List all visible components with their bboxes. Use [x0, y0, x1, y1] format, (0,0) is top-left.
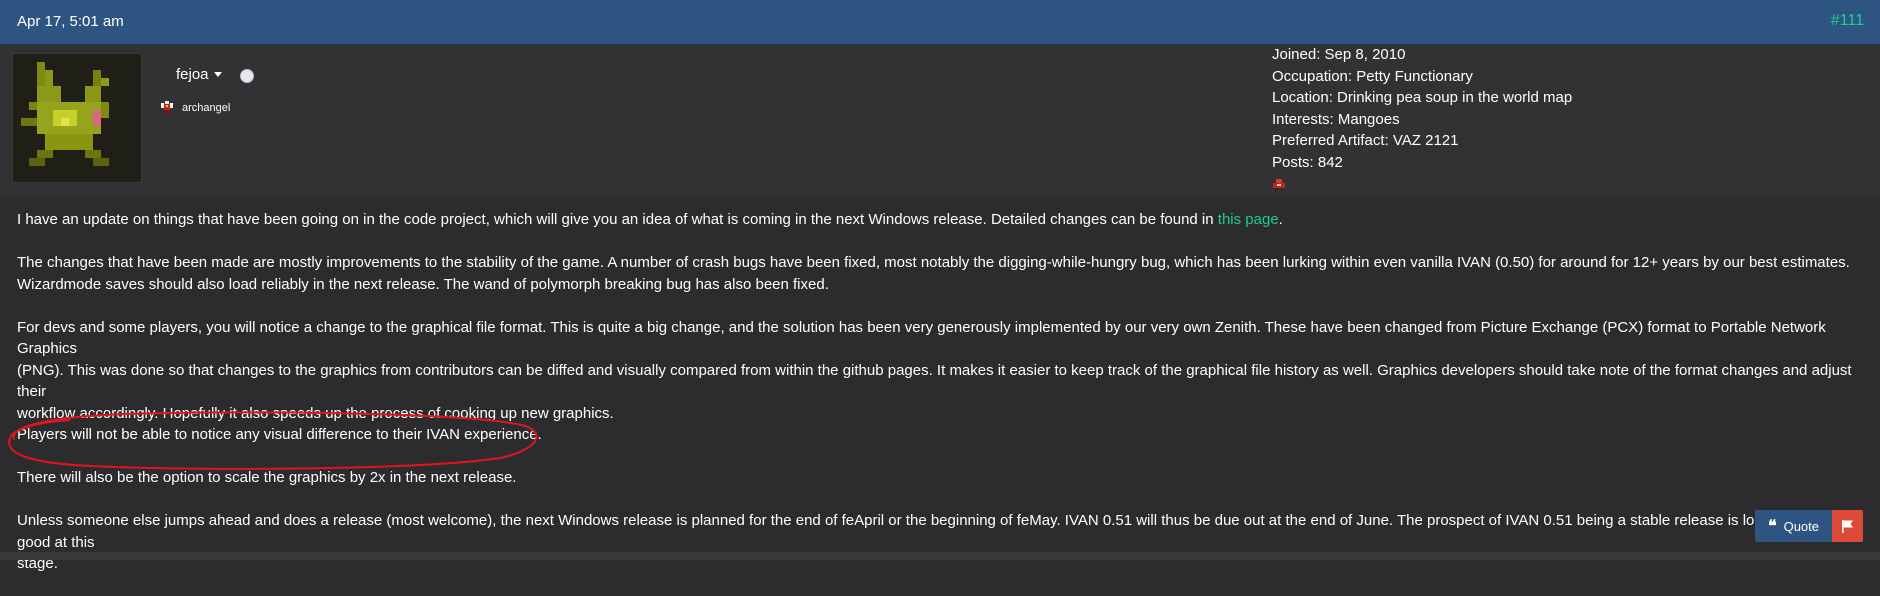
quote-icon: ❝ — [1767, 516, 1777, 535]
flag-icon — [1842, 519, 1853, 533]
username[interactable]: fejoa — [176, 66, 209, 83]
post-footer-bar — [0, 552, 1880, 560]
post-paragraph: Unless someone else jumps ahead and does… — [17, 512, 1823, 572]
post-header: Apr 17, 5:01 am #111 — [0, 0, 1880, 45]
interests: Interests: Mangoes — [1272, 110, 1400, 128]
preferred-artifact: Preferred Artifact: VAZ 2121 — [1272, 132, 1459, 150]
user-details: Joined: Sep 8, 2010 Occupation: Petty Fu… — [1272, 44, 1572, 174]
rank-icon — [161, 101, 173, 114]
post-date: Apr 17, 5:01 am — [17, 13, 124, 30]
post-number-link[interactable]: #111 — [1831, 12, 1864, 30]
joined-date: Joined: Sep 8, 2010 — [1272, 46, 1406, 63]
post-count: Posts: 842 — [1272, 153, 1343, 171]
user-panel — [0, 45, 1880, 195]
flag-button[interactable] — [1832, 510, 1863, 542]
changes-link[interactable]: this page — [1218, 211, 1279, 228]
red-highlight-circle — [8, 411, 538, 470]
username-dropdown[interactable]: fejoa — [176, 66, 222, 83]
post-paragraph: I have an update on things that have bee… — [17, 211, 1283, 228]
quote-button[interactable]: ❝ Quote — [1755, 510, 1832, 542]
rank-label: archangel — [182, 102, 231, 114]
user-rank: archangel — [160, 101, 230, 115]
quote-label: Quote — [1783, 518, 1820, 534]
online-status-icon — [240, 69, 254, 83]
post-body: I have an update on things that have bee… — [17, 209, 1857, 596]
post-paragraph: The changes that have been made are most… — [17, 254, 1850, 293]
artifact-icon — [1273, 179, 1285, 191]
occupation: Occupation: Petty Functionary — [1272, 67, 1473, 85]
user-avatar[interactable] — [12, 53, 142, 183]
chevron-down-icon[interactable] — [213, 72, 222, 77]
location: Location: Drinking pea soup in the world… — [1272, 89, 1573, 107]
